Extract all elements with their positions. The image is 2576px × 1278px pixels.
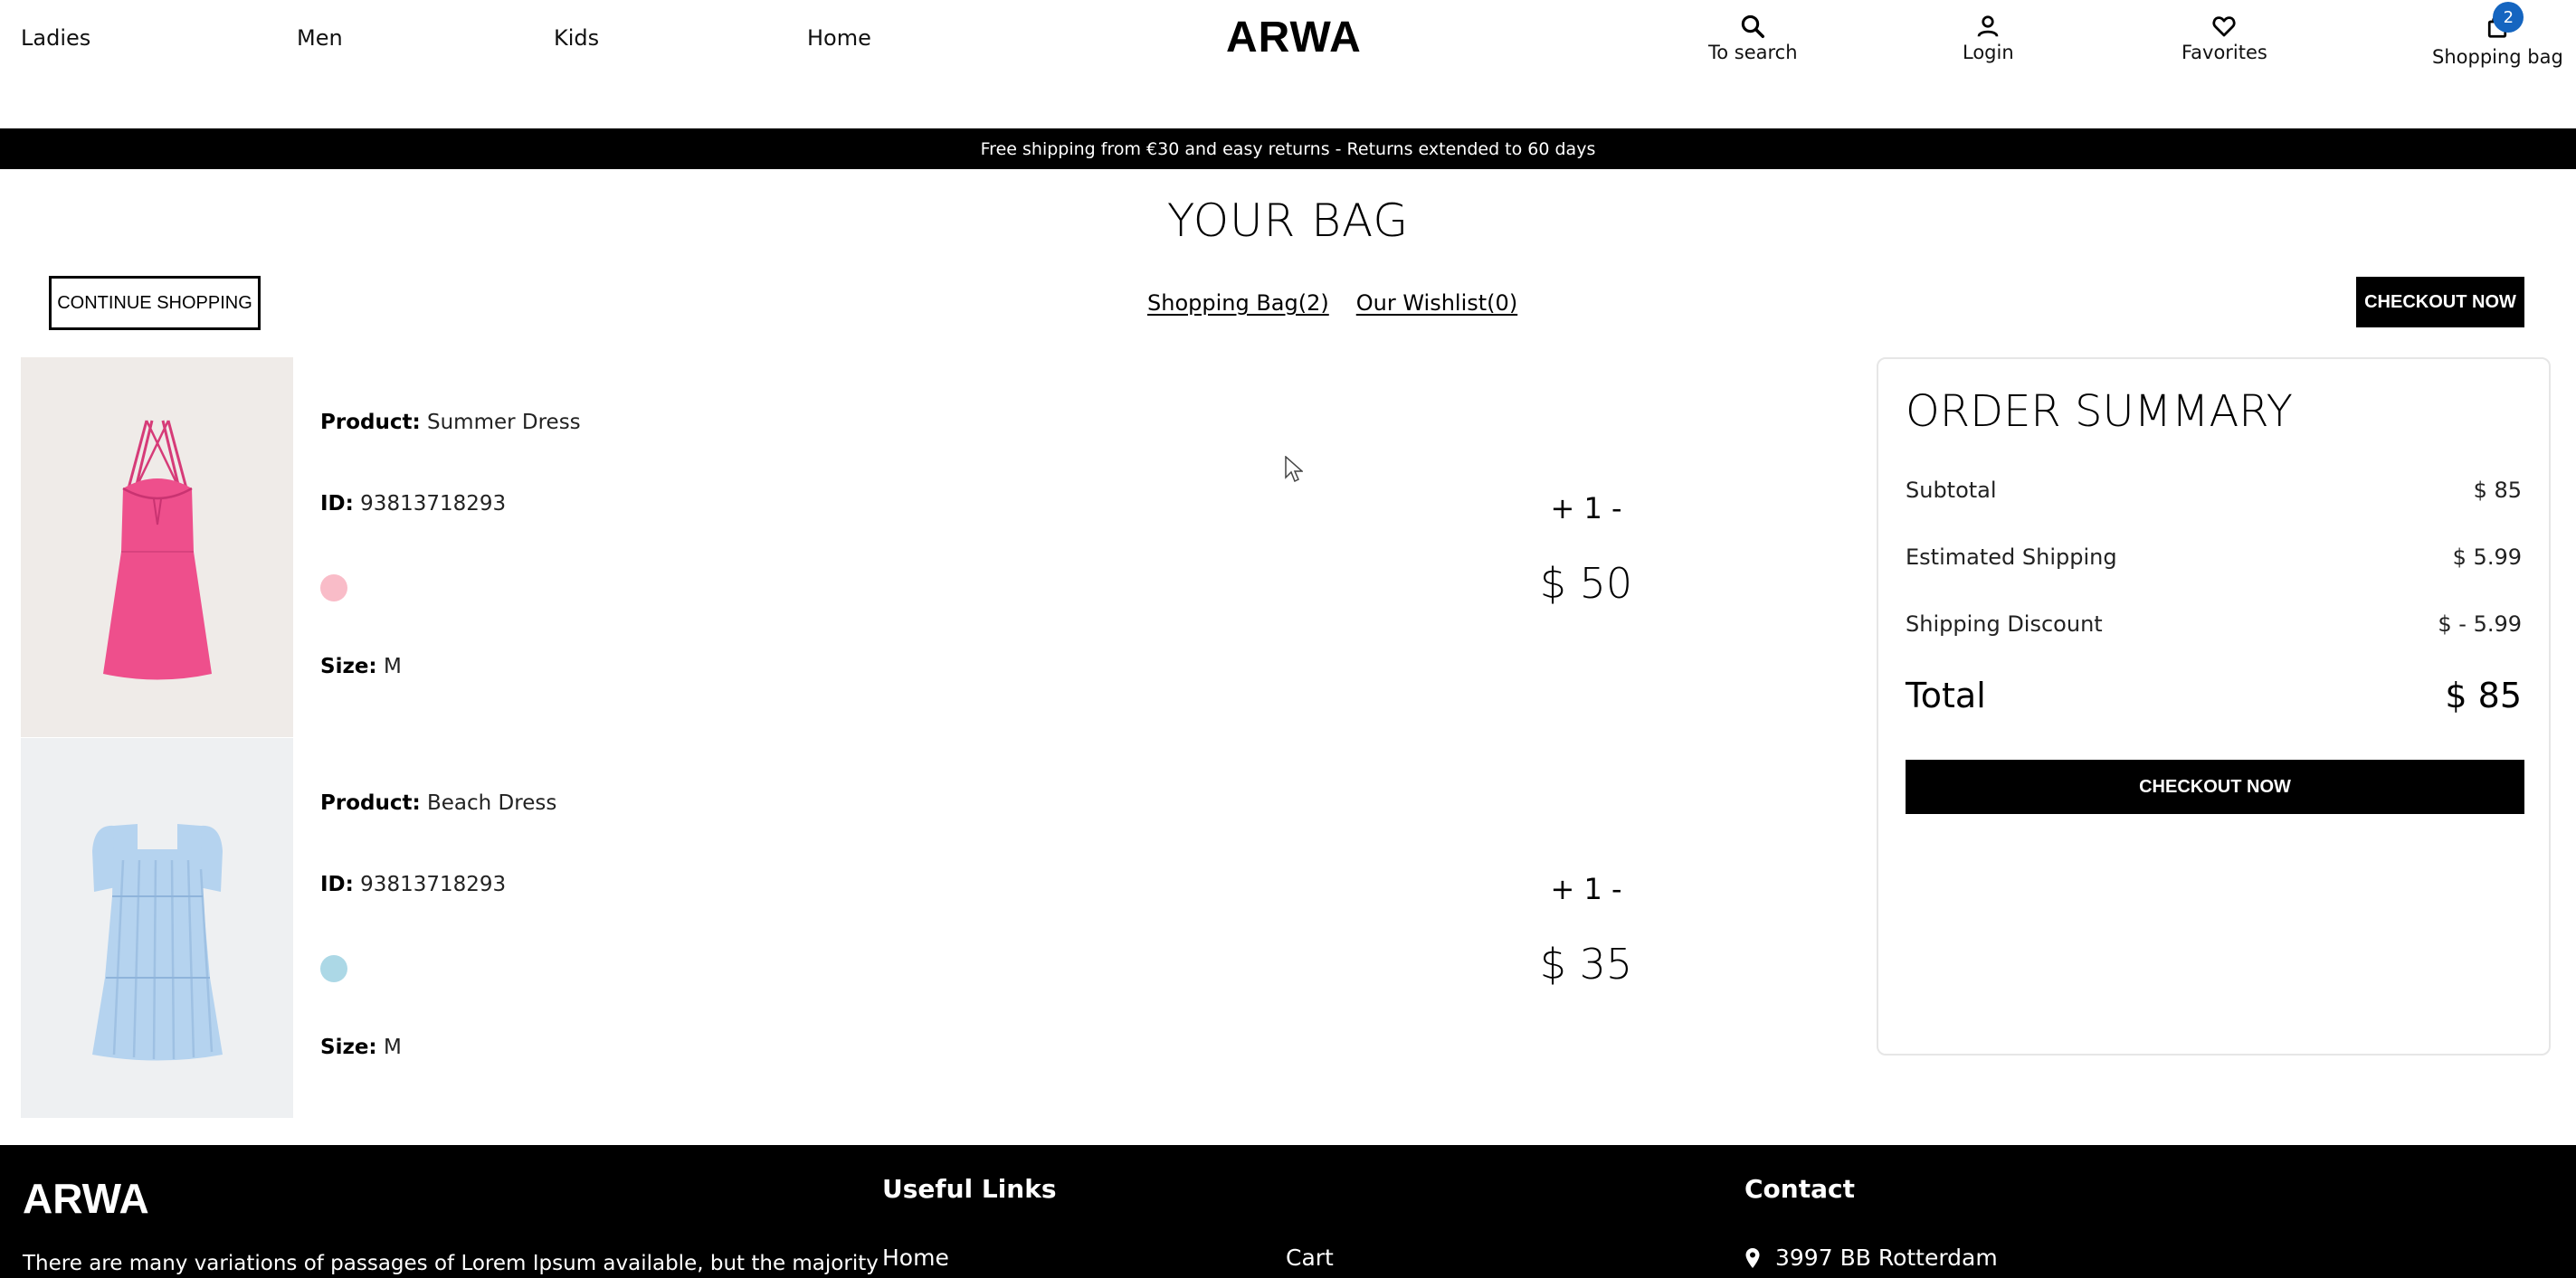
quantity-stepper[interactable]: + 1 -	[1541, 872, 1631, 906]
product-id-line: ID: 93813718293	[320, 873, 506, 896]
search-button[interactable]: To search	[1708, 13, 1798, 63]
login-label: Login	[1963, 42, 2014, 63]
tab-shopping-bag[interactable]: Shopping Bag(2)	[1147, 290, 1329, 316]
size-label: Size:	[320, 1036, 377, 1059]
discount-label: Shipping Discount	[1906, 611, 2103, 637]
favorites-label: Favorites	[2182, 42, 2267, 63]
checkout-now-button[interactable]: CHECKOUT NOW	[1906, 760, 2524, 814]
continue-shopping-button[interactable]: CONTINUE SHOPPING	[49, 276, 261, 330]
total-value: $ 85	[2445, 676, 2522, 715]
footer-logo[interactable]: ARWA	[23, 1174, 149, 1223]
total-row: Total $ 85	[1906, 676, 2522, 715]
footer-link-home[interactable]: Home	[882, 1245, 949, 1271]
product-size-line: Size: M	[320, 1036, 402, 1059]
bag-count-badge: 2	[2493, 2, 2524, 33]
user-icon	[1977, 15, 1999, 37]
page-title: YOUR BAG	[1166, 194, 1410, 247]
footer-description: There are many variations of passages of…	[23, 1252, 879, 1275]
login-button[interactable]: Login	[1963, 13, 2014, 63]
summary-title: ORDER SUMMARY	[1906, 386, 2293, 437]
color-swatch	[320, 955, 347, 982]
product-label: Product:	[320, 411, 421, 434]
product-id: 93813718293	[360, 873, 507, 896]
bag-label: Shopping bag	[2432, 46, 2563, 68]
blue-dress-image	[91, 824, 223, 1061]
shipping-label: Estimated Shipping	[1906, 544, 2117, 570]
search-label: To search	[1708, 42, 1798, 63]
discount-value: $ - 5.99	[2438, 611, 2522, 637]
address-text: 3997 BB Rotterdam	[1775, 1245, 1998, 1271]
shipping-row: Estimated Shipping $ 5.99	[1906, 544, 2522, 570]
subtotal-label: Subtotal	[1906, 478, 1997, 503]
tab-wishlist[interactable]: Our Wishlist(0)	[1356, 290, 1517, 316]
footer-link-cart[interactable]: Cart	[1286, 1245, 1334, 1271]
favorites-button[interactable]: Favorites	[2182, 13, 2267, 63]
product-size-line: Size: M	[320, 655, 402, 678]
checkout-now-button-top[interactable]: CHECKOUT NOW	[2356, 277, 2524, 327]
site-footer: ARWA There are many variations of passag…	[0, 1145, 2576, 1278]
size-label: Size:	[320, 655, 377, 678]
search-icon	[1742, 14, 1765, 38]
subtotal-value: $ 85	[2473, 478, 2522, 503]
pink-dress-image	[102, 420, 212, 680]
discount-row: Shipping Discount $ - 5.99	[1906, 611, 2522, 637]
cart-item: Product: Summer Dress ID: 93813718293 Si…	[21, 357, 1830, 737]
location-pin-icon	[1745, 1247, 1760, 1268]
nav-men[interactable]: Men	[297, 25, 343, 51]
nav-ladies[interactable]: Ladies	[21, 25, 90, 51]
useful-links-heading: Useful Links	[882, 1174, 1057, 1204]
product-size: M	[383, 655, 402, 678]
bag-icon-wrap: 2	[2484, 2, 2524, 46]
product-name: Beach Dress	[426, 791, 557, 815]
id-label: ID:	[320, 492, 354, 516]
product-price: $ 35	[1539, 940, 1633, 989]
product-id-line: ID: 93813718293	[320, 492, 506, 516]
product-label: Product:	[320, 791, 421, 815]
id-label: ID:	[320, 873, 354, 896]
product-name-line: Product: Beach Dress	[320, 791, 556, 815]
product-price: $ 50	[1539, 559, 1633, 608]
product-image[interactable]	[21, 357, 293, 737]
subtotal-row: Subtotal $ 85	[1906, 478, 2522, 503]
product-size: M	[383, 1036, 402, 1059]
color-swatch	[320, 574, 347, 601]
bag-tabs: Shopping Bag(2) Our Wishlist(0)	[1147, 290, 1517, 316]
product-name: Summer Dress	[426, 411, 581, 434]
cart-item: Product: Beach Dress ID: 93813718293 Siz…	[21, 738, 1830, 1118]
quantity-stepper[interactable]: + 1 -	[1541, 491, 1631, 525]
promo-banner: Free shipping from €30 and easy returns …	[0, 128, 2576, 169]
mouse-cursor-icon	[1285, 456, 1303, 483]
contact-heading: Contact	[1744, 1174, 1855, 1204]
total-label: Total	[1906, 676, 1986, 715]
nav-kids[interactable]: Kids	[554, 25, 599, 51]
product-name-line: Product: Summer Dress	[320, 411, 581, 434]
site-logo[interactable]: ARWA	[1226, 13, 1362, 62]
site-header: Ladies Men Kids Home ARWA To search Logi…	[0, 0, 2576, 128]
shopping-bag-button[interactable]: 2 Shopping bag	[2432, 2, 2563, 68]
shipping-value: $ 5.99	[2452, 544, 2522, 570]
product-image[interactable]	[21, 738, 293, 1118]
product-id: 93813718293	[360, 492, 507, 516]
contact-address: 3997 BB Rotterdam	[1744, 1245, 1998, 1271]
order-summary: ORDER SUMMARY Subtotal $ 85 Estimated Sh…	[1877, 357, 2551, 1056]
heart-icon	[2212, 16, 2236, 37]
nav-home[interactable]: Home	[807, 25, 871, 51]
